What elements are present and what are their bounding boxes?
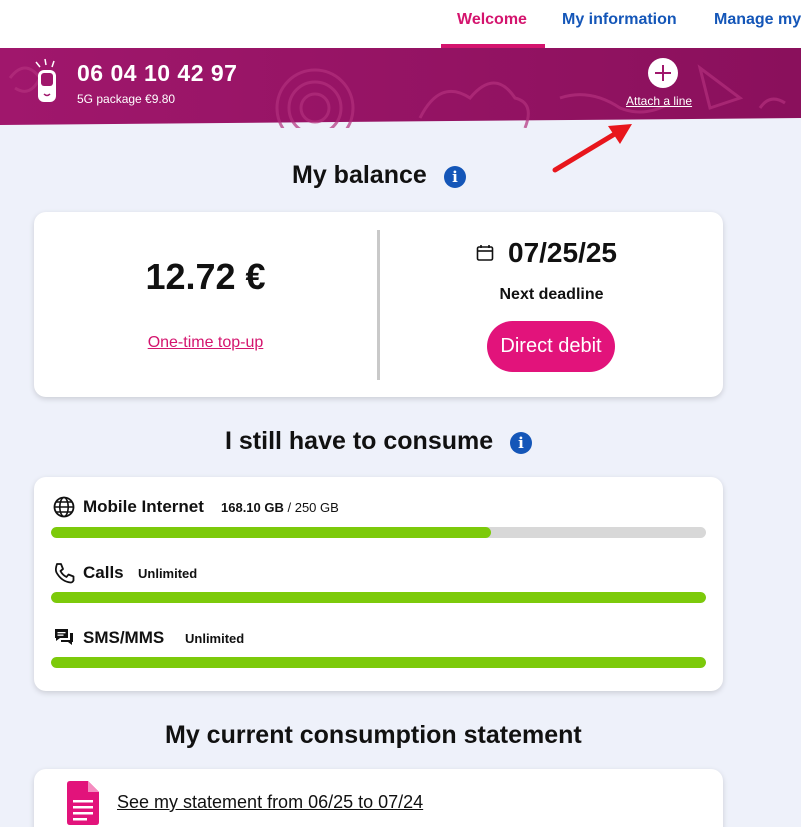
- attach-line-button[interactable]: [648, 58, 678, 88]
- tab-my-information[interactable]: My information: [562, 0, 677, 48]
- statement-card: See my statement from 06/25 to 07/24: [34, 769, 723, 827]
- sms-icon: [55, 629, 73, 645]
- balance-info-icon[interactable]: i: [444, 166, 466, 188]
- tab-welcome[interactable]: Welcome: [457, 0, 527, 48]
- sms-mms-progress-fill: [51, 657, 706, 668]
- sms-mms-status: Unlimited: [185, 631, 245, 646]
- consume-title: I still have to consume: [225, 427, 494, 455]
- mobile-internet-progress-fill: [51, 527, 492, 538]
- one-time-topup-link[interactable]: One-time top-up: [34, 334, 377, 352]
- calls-progress-fill: [51, 592, 706, 603]
- plus-icon: [655, 65, 671, 81]
- balance-card: 12.72 € One-time top-up 07/25/25 Next de…: [34, 212, 723, 397]
- calls-label: Calls: [83, 563, 124, 582]
- top-nav: Welcome My information Manage my: [0, 0, 801, 48]
- package-name: 5G package €9.80: [77, 92, 176, 106]
- sms-mms-label: SMS/MMS: [83, 628, 165, 647]
- statement-link[interactable]: See my statement from 06/25 to 07/24: [117, 792, 423, 813]
- annotation-arrow-icon: [552, 124, 632, 173]
- direct-debit-button[interactable]: Direct debit: [487, 321, 615, 372]
- deadline-date: 07/25/25: [508, 237, 617, 268]
- consumption-card: Mobile Internet 168.10 GB / 250 GB Calls…: [34, 477, 723, 691]
- phone-icon: [35, 58, 56, 102]
- balance-title: My balance: [292, 161, 427, 189]
- line-banner: 06 04 10 42 97 5G package €9.80 Attach a…: [0, 48, 801, 128]
- tab-manage-my[interactable]: Manage my: [714, 0, 801, 48]
- calls-progress: [51, 592, 706, 603]
- consume-info-icon[interactable]: i: [510, 432, 532, 454]
- globe-icon: [53, 496, 75, 518]
- document-icon: [67, 781, 99, 825]
- attach-line-link[interactable]: Attach a line: [626, 94, 692, 108]
- line-number: 06 04 10 42 97: [77, 60, 238, 86]
- sms-mms-progress: [51, 657, 706, 668]
- calls-status: Unlimited: [138, 566, 198, 581]
- mobile-internet-label: Mobile Internet: [83, 497, 204, 516]
- calendar-icon: [476, 245, 494, 261]
- deadline-label: Next deadline: [499, 286, 604, 303]
- balance-amount: 12.72 €: [145, 256, 266, 297]
- data-used: 168.10 GB: [221, 500, 284, 515]
- phone-call-icon: [54, 563, 75, 584]
- mobile-internet-progress: [51, 527, 706, 538]
- mobile-internet-amount: 168.10 GB / 250 GB: [221, 500, 339, 515]
- statement-title: My current consumption statement: [165, 721, 582, 749]
- data-total: / 250 GB: [287, 500, 339, 515]
- balance-divider: [377, 230, 380, 380]
